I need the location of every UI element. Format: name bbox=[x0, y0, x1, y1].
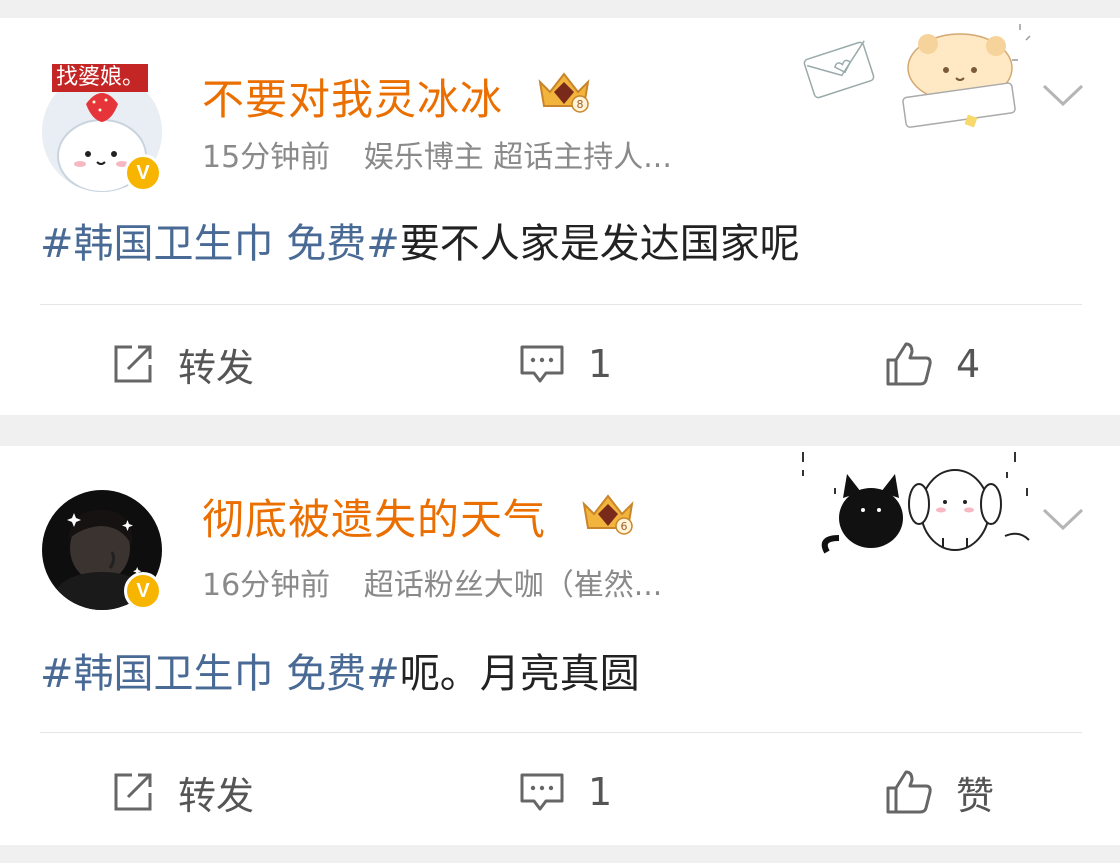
divider bbox=[40, 304, 1082, 305]
like-label: 赞 bbox=[956, 773, 995, 818]
chevron-down-icon[interactable] bbox=[1040, 80, 1086, 114]
post-content: #韩国卫生巾 免费#呃。月亮真圆 bbox=[40, 648, 640, 700]
repost-icon bbox=[114, 773, 152, 811]
topic-link[interactable]: #韩国卫生巾 免费# bbox=[40, 651, 400, 697]
chevron-down-icon[interactable] bbox=[1040, 504, 1086, 538]
repost-label: 转发 bbox=[178, 345, 255, 390]
user-badge-text: 超话粉丝大咖（崔然... bbox=[363, 568, 663, 603]
repost-label: 转发 bbox=[178, 773, 255, 818]
username[interactable]: 不要对我灵冰冰 bbox=[202, 74, 503, 126]
comment-icon bbox=[520, 773, 564, 811]
post-text: 呃。月亮真圆 bbox=[399, 651, 640, 697]
verified-badge-icon: V bbox=[124, 572, 162, 610]
comment-button[interactable]: 1 bbox=[518, 328, 612, 400]
post-card[interactable]: V 彻底被遗失的天气 6 16分钟前 超话粉丝大咖（崔然... #韩国卫生巾 免… bbox=[0, 446, 1120, 845]
user-badge-text: 娱乐博主 超话主持人... bbox=[363, 140, 672, 175]
post-meta: 16分钟前 超话粉丝大咖（崔然... bbox=[202, 566, 662, 606]
comment-button[interactable]: 1 bbox=[518, 756, 612, 828]
avatar[interactable]: V bbox=[42, 490, 162, 610]
card-decoration bbox=[795, 448, 1035, 562]
username[interactable]: 彻底被遗失的天气 bbox=[202, 494, 546, 546]
repost-button[interactable]: 转发 bbox=[110, 328, 254, 400]
thumbs-up-icon bbox=[886, 342, 932, 386]
crown-level: 6 bbox=[621, 520, 628, 533]
weibo-feed: 找婆娘。 V 不要对我灵冰冰 8 15分钟前 娱乐博主 超话主持人... #韩国… bbox=[0, 0, 1120, 863]
post-meta: 15分钟前 娱乐博主 超话主持人... bbox=[202, 138, 672, 178]
thumbs-up-icon bbox=[886, 770, 932, 814]
post-time: 16分钟前 bbox=[202, 568, 331, 603]
card-decoration bbox=[800, 20, 1040, 134]
post-text: 要不人家是发达国家呢 bbox=[399, 221, 800, 267]
crown-icon: 6 bbox=[580, 492, 636, 540]
action-bar: 转发 1 4 bbox=[0, 328, 1120, 400]
like-count: 4 bbox=[956, 342, 981, 386]
crown-icon: 8 bbox=[536, 70, 592, 118]
post-time: 15分钟前 bbox=[202, 140, 331, 175]
comment-count: 1 bbox=[588, 770, 613, 814]
avatar-tag: 找婆娘。 bbox=[52, 64, 149, 92]
verified-badge-icon: V bbox=[124, 154, 162, 192]
comment-count: 1 bbox=[588, 342, 613, 386]
repost-icon bbox=[114, 345, 152, 383]
action-bar: 转发 1 赞 bbox=[0, 756, 1120, 828]
topic-link[interactable]: #韩国卫生巾 免费# bbox=[40, 221, 400, 267]
divider bbox=[40, 732, 1082, 733]
like-button[interactable]: 赞 bbox=[884, 756, 994, 828]
repost-button[interactable]: 转发 bbox=[110, 756, 254, 828]
comment-icon bbox=[520, 345, 564, 383]
crown-level: 8 bbox=[577, 98, 584, 111]
post-content: #韩国卫生巾 免费#要不人家是发达国家呢 bbox=[40, 218, 800, 270]
like-button[interactable]: 4 bbox=[884, 328, 980, 400]
post-card[interactable]: 找婆娘。 V 不要对我灵冰冰 8 15分钟前 娱乐博主 超话主持人... #韩国… bbox=[0, 18, 1120, 415]
